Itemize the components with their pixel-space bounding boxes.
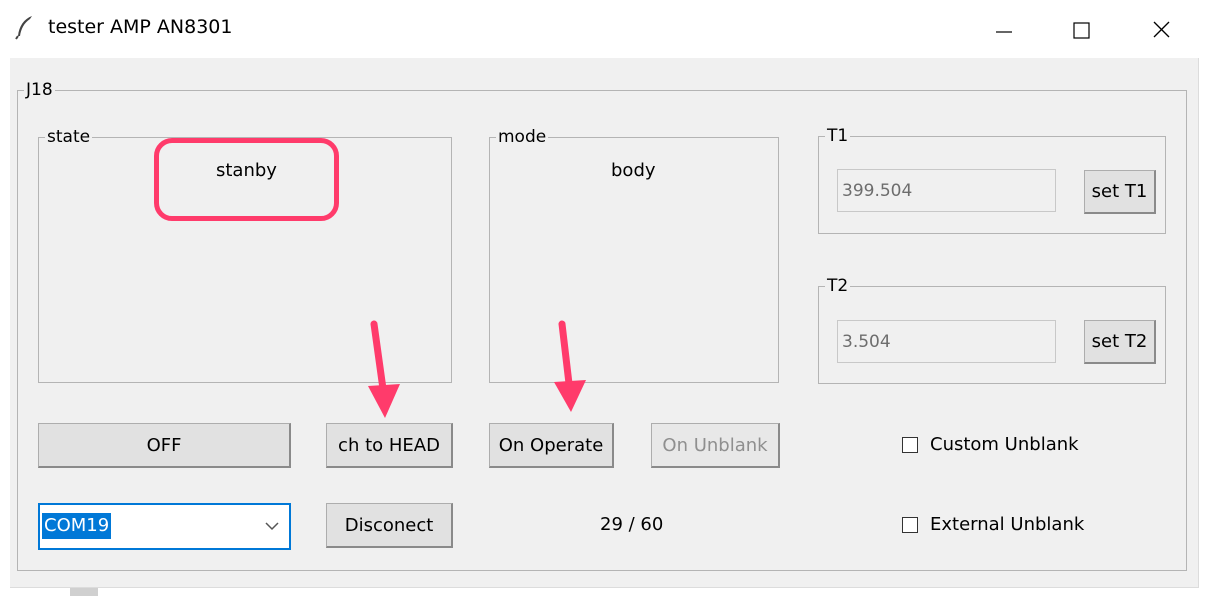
t2-group-label: T2 bbox=[825, 275, 851, 297]
external-unblank-box[interactable] bbox=[902, 516, 918, 533]
maximize-button[interactable] bbox=[1058, 10, 1104, 50]
feather-icon bbox=[15, 16, 32, 40]
disconnect-button[interactable]: Disconect bbox=[326, 503, 453, 548]
window-title: tester AMP AN8301 bbox=[48, 16, 233, 38]
set-t1-button[interactable]: set T1 bbox=[1084, 170, 1156, 214]
t1-group-label: T1 bbox=[825, 125, 851, 147]
highlight-annotation bbox=[154, 138, 339, 221]
com-port-value: COM19 bbox=[42, 513, 112, 539]
annotation-arrow-on-operate bbox=[554, 320, 586, 412]
custom-unblank-box[interactable] bbox=[902, 436, 918, 453]
j18-group-label: J18 bbox=[24, 79, 55, 101]
t2-input[interactable]: 3.504 bbox=[837, 320, 1056, 363]
ch-to-head-button[interactable]: ch to HEAD bbox=[326, 423, 453, 468]
close-button[interactable] bbox=[1138, 10, 1184, 50]
on-unblank-button[interactable]: On Unblank bbox=[651, 423, 780, 468]
set-t2-button[interactable]: set T2 bbox=[1084, 320, 1156, 364]
off-button[interactable]: OFF bbox=[38, 423, 291, 468]
external-unblank-checkbox[interactable]: External Unblank bbox=[902, 514, 1084, 535]
close-icon bbox=[1153, 21, 1170, 38]
maximize-icon bbox=[1073, 22, 1090, 39]
scrollbar-stub bbox=[70, 588, 98, 596]
state-group-label: state bbox=[45, 126, 93, 148]
com-port-select[interactable]: COM19 bbox=[38, 503, 291, 550]
custom-unblank-checkbox[interactable]: Custom Unblank bbox=[902, 434, 1079, 455]
external-unblank-label: External Unblank bbox=[930, 514, 1085, 535]
on-operate-button[interactable]: On Operate bbox=[489, 423, 614, 468]
minimize-icon bbox=[996, 31, 1012, 33]
title-bar: tester AMP AN8301 bbox=[0, 0, 1211, 58]
t1-input[interactable]: 399.504 bbox=[837, 169, 1056, 212]
minimize-button[interactable] bbox=[980, 10, 1026, 50]
chevron-down-icon[interactable] bbox=[263, 519, 281, 533]
annotation-arrow-ch-to-head bbox=[368, 320, 400, 418]
mode-group-label: mode bbox=[496, 126, 549, 148]
progress-counter: 29 / 60 bbox=[600, 514, 664, 535]
custom-unblank-label: Custom Unblank bbox=[930, 434, 1079, 455]
mode-value: body bbox=[611, 160, 656, 181]
